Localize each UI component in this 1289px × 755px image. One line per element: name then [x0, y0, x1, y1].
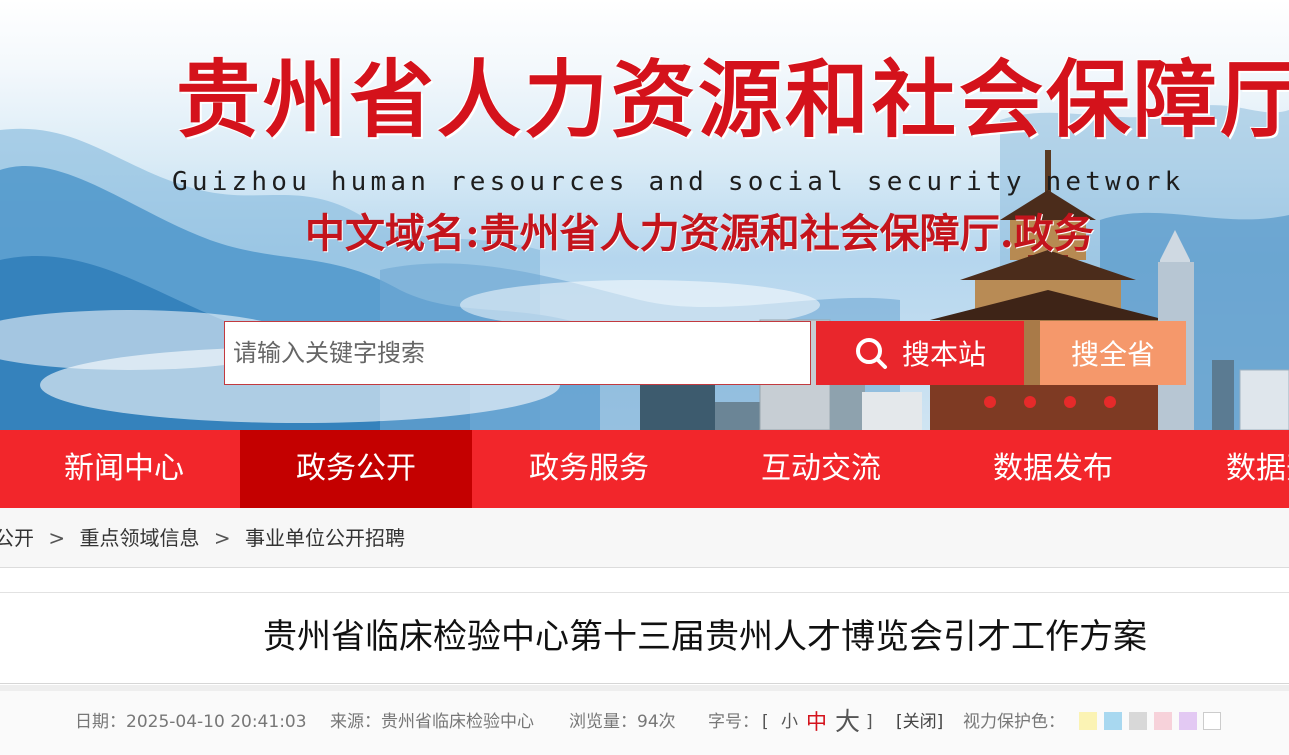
- nav-item-government-affairs-public[interactable]: 政务公开: [240, 430, 472, 508]
- search-province-button[interactable]: 搜全省: [1040, 321, 1186, 385]
- breadcrumb-item[interactable]: 事业单位公开招聘: [245, 526, 405, 550]
- search-input[interactable]: [224, 321, 811, 385]
- site-domain-name: 中文域名:贵州省人力资源和社会保障厅.政务: [305, 210, 1094, 257]
- eye-color-swatch-blue[interactable]: [1104, 712, 1122, 730]
- font-size-open-bracket: [: [762, 712, 769, 732]
- font-size-close-bracket: ]: [866, 712, 873, 732]
- breadcrumb-item[interactable]: 公开: [0, 526, 34, 550]
- views-label: 浏览量：: [569, 712, 637, 732]
- breadcrumb: 公开 > 重点领域信息 > 事业单位公开招聘: [0, 508, 1289, 568]
- article-title: 贵州省临床检验中心第十三届贵州人才博览会引才工作方案: [263, 617, 1147, 657]
- font-size-large-button[interactable]: 大: [835, 691, 860, 753]
- font-size-medium-button[interactable]: 中: [806, 691, 827, 753]
- eye-color-swatch-yellow[interactable]: [1079, 712, 1097, 730]
- close-page-link[interactable]: [关闭]: [896, 691, 943, 753]
- main-nav: 新闻中心 政务公开 政务服务 互动交流 数据发布 数据开放: [0, 430, 1289, 508]
- breadcrumb-item[interactable]: 重点领域信息: [79, 526, 199, 550]
- breadcrumb-separator: >: [213, 526, 231, 550]
- nav-item-news[interactable]: 新闻中心: [8, 430, 240, 508]
- source-value: 贵州省临床检验中心: [381, 712, 534, 732]
- date-value: 2025-04-10 20:41:03: [126, 712, 307, 732]
- nav-item-interaction[interactable]: 互动交流: [705, 430, 937, 508]
- eye-color-swatch-white[interactable]: [1203, 712, 1221, 730]
- article-header: 贵州省临床检验中心第十三届贵州人才博览会引才工作方案: [0, 592, 1289, 684]
- font-size-small-button[interactable]: 小: [781, 691, 798, 753]
- search-icon: [855, 338, 887, 369]
- site-subtitle: Guizhou human resources and social secur…: [172, 167, 1185, 197]
- article-date: 日期：2025-04-10 20:41:03: [75, 691, 307, 753]
- eye-color-swatch-gray[interactable]: [1129, 712, 1147, 730]
- eye-color-swatch-purple[interactable]: [1179, 712, 1197, 730]
- breadcrumb-separator: >: [48, 526, 66, 550]
- eye-protection-label: 视力保护色：: [963, 712, 1065, 732]
- source-label: 来源：: [330, 712, 381, 732]
- date-label: 日期：: [75, 712, 126, 732]
- search-site-label: 搜本站: [901, 338, 986, 371]
- views-value: 94次: [637, 712, 676, 732]
- nav-item-government-services[interactable]: 政务服务: [473, 430, 705, 508]
- nav-item-data-open[interactable]: 数据开放: [1168, 430, 1289, 508]
- article-source: 来源：贵州省临床检验中心: [330, 691, 534, 753]
- eye-color-swatch-pink[interactable]: [1154, 712, 1172, 730]
- nav-item-data-release[interactable]: 数据发布: [937, 430, 1169, 508]
- header-banner: 贵州省人力资源和社会保障厅 Guizhou human resources an…: [0, 0, 1289, 430]
- article-views: 浏览量：94次: [569, 691, 676, 753]
- article-meta: 日期：2025-04-10 20:41:03 来源：贵州省临床检验中心 浏览量：…: [0, 691, 1289, 755]
- font-size-label: 字号：: [708, 712, 759, 732]
- search-site-button[interactable]: 搜本站: [816, 321, 1024, 385]
- site-title: 贵州省人力资源和社会保障厅: [176, 51, 1289, 149]
